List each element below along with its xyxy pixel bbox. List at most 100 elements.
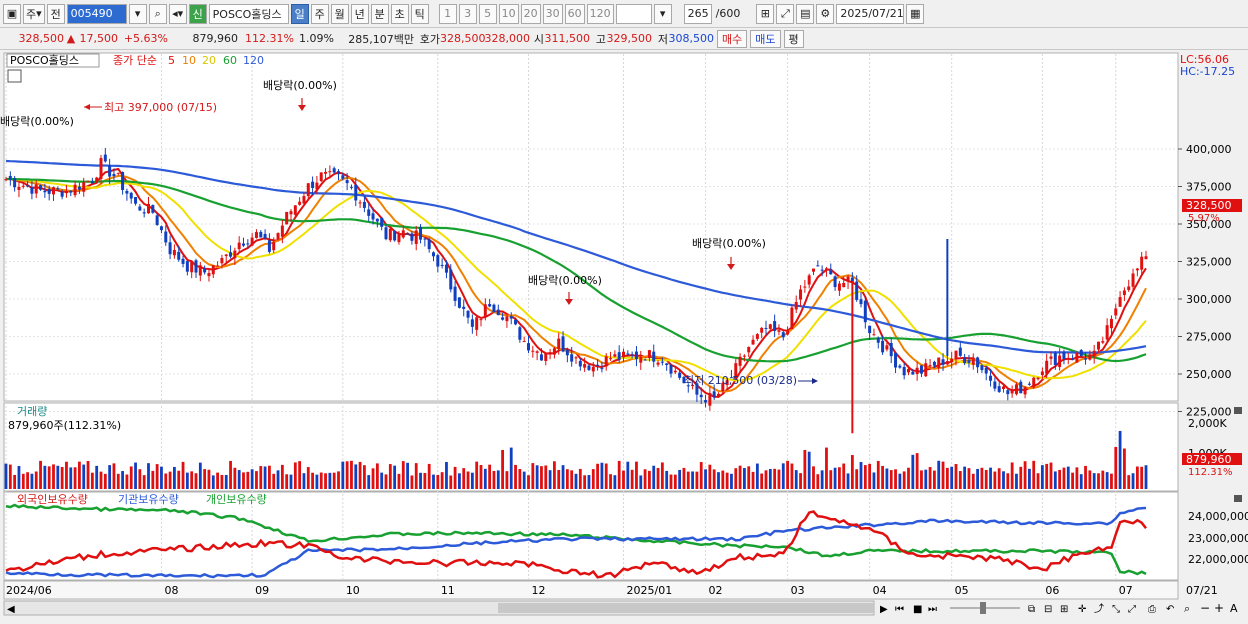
period-month-tab[interactable]: 월 (330, 3, 349, 24)
trend-icon[interactable]: ⤴ (1094, 602, 1104, 615)
expand-icon[interactable]: ⤢ (1128, 604, 1136, 615)
volume-bar (371, 468, 375, 489)
volume-bar (639, 475, 643, 489)
volume-bar (479, 465, 483, 489)
calendar-icon[interactable]: ▦ (906, 3, 925, 24)
volume-bar (103, 473, 107, 489)
candle-body (324, 171, 328, 174)
candle-body (872, 334, 876, 336)
save-icon[interactable]: ▤ (796, 3, 815, 24)
institution-holding-label: 기관보유수량 (118, 493, 179, 506)
credit-badge[interactable]: 신 (188, 3, 207, 24)
print-icon[interactable]: ⎙ (1148, 604, 1156, 615)
volume-bar (648, 470, 651, 489)
volume-bar (803, 449, 807, 489)
interval-60[interactable]: 60 (564, 3, 585, 24)
volume-bar (734, 468, 738, 489)
volume-bar (341, 461, 345, 489)
volume-bar (298, 461, 302, 489)
volume-bar (496, 470, 500, 489)
period-second-tab[interactable]: 초 (390, 3, 409, 24)
stock-code-input[interactable]: 005490 (66, 3, 127, 24)
count-input[interactable]: 265 (683, 3, 712, 24)
period-day-tab[interactable]: 일 (290, 3, 309, 24)
interval-3[interactable]: 3 (458, 3, 477, 24)
holding-close-icon[interactable] (1234, 495, 1242, 502)
interval-20[interactable]: 20 (520, 3, 541, 24)
window-menu-icon[interactable]: ▣ (3, 3, 21, 24)
interval-120[interactable]: 120 (586, 3, 614, 24)
interval-custom-input[interactable] (615, 3, 652, 24)
volume-bar (540, 466, 543, 489)
volume-close-icon[interactable] (1234, 407, 1242, 414)
stock-name-field[interactable]: POSCO홀딩스 (208, 3, 289, 24)
price-panel-tab[interactable]: POSCO홀딩스 (10, 54, 79, 67)
volume-bar (1127, 475, 1131, 489)
eval-button[interactable]: 평 (783, 29, 804, 48)
code-dropdown-icon[interactable]: ▾ (128, 3, 147, 24)
search-chart-icon[interactable]: ⌕ (1184, 602, 1190, 615)
stock-chart[interactable]: POSCO홀딩스 종가 단순 5 10 20 60 120 LC:56.06 H… (0, 51, 1248, 621)
volume-bar (293, 462, 297, 489)
zoom-slider-handle[interactable] (980, 602, 986, 614)
interval-1[interactable]: 1 (438, 3, 457, 24)
period-minute-tab[interactable]: 분 (370, 3, 389, 24)
volume-bar (721, 470, 725, 489)
stop-icon[interactable]: ■ (913, 604, 922, 615)
sound-icon[interactable]: ◂▾ (168, 3, 187, 24)
volume-bar (868, 463, 872, 489)
candle-body (306, 183, 310, 197)
zoom-out-icon[interactable]: − (1200, 601, 1210, 615)
chart-settings-icon[interactable]: ⊞ (756, 3, 775, 24)
period-tick-tab[interactable]: 틱 (410, 3, 429, 24)
candle-body (470, 319, 474, 327)
scrollbar-thumb[interactable] (498, 603, 874, 613)
search-icon[interactable]: ⌕ (148, 3, 167, 24)
volume-bar (363, 465, 366, 489)
volume-bar (492, 470, 496, 489)
gear-icon[interactable]: ⚙ (816, 3, 835, 24)
shrink-icon[interactable]: ⤡ (1112, 604, 1120, 615)
text-size-icon[interactable]: A (1230, 602, 1238, 615)
scroll-left-icon[interactable]: ◀ (7, 604, 15, 615)
type-select[interactable]: 전 (46, 3, 65, 24)
zoom-in-icon[interactable]: + (1214, 601, 1224, 615)
draw-tool-icon[interactable]: ⤢ (776, 3, 795, 24)
panel-menu-icon[interactable] (7, 69, 22, 83)
x-label-2: 09 (255, 584, 269, 597)
volume-bar (894, 469, 897, 489)
date-input[interactable]: 2025/07/21 (836, 3, 905, 24)
scroll-right-icon[interactable]: ▶ (880, 604, 888, 615)
interval-30[interactable]: 30 (542, 3, 563, 24)
volume-bar (1118, 430, 1122, 489)
interval-5[interactable]: 5 (478, 3, 497, 24)
candle-body (907, 368, 910, 373)
buy-button[interactable]: 매수 (717, 29, 748, 48)
period-week-tab[interactable]: 주 (310, 3, 329, 24)
interval-10[interactable]: 10 (498, 3, 519, 24)
crosshair-icon[interactable]: ✛ (1078, 604, 1087, 615)
volume-bar (622, 470, 625, 489)
volume-bar (807, 451, 811, 489)
volume-bar (185, 472, 189, 489)
period-year-tab[interactable]: 년 (350, 3, 369, 24)
grid-icon[interactable]: ⊞ (1060, 604, 1068, 615)
volume-bar (78, 461, 81, 489)
interval-dropdown-icon[interactable]: ▾ (653, 3, 672, 24)
rewind-icon[interactable]: ⏮ (895, 604, 904, 615)
candle-body (267, 240, 271, 252)
sell-button[interactable]: 매도 (750, 29, 781, 48)
candle-body (77, 186, 81, 190)
chart-area[interactable]: POSCO홀딩스 종가 단순 5 10 20 60 120 LC:56.06 H… (0, 51, 1248, 621)
candle-body (449, 269, 453, 290)
panel-icon[interactable]: ⊟ (1044, 604, 1052, 615)
undo-icon[interactable]: ↶ (1166, 604, 1174, 615)
market-select[interactable]: 주 ▾ (23, 3, 45, 24)
volume-bar (4, 463, 8, 489)
volume-bar (535, 465, 539, 489)
foreign-holding-label: 외국인보유수량 (17, 493, 88, 506)
volume-bar (90, 472, 94, 489)
layout-icon[interactable]: ⧉ (1028, 604, 1035, 615)
volume-bar (30, 473, 34, 489)
forward-icon[interactable]: ⏭ (928, 604, 937, 615)
